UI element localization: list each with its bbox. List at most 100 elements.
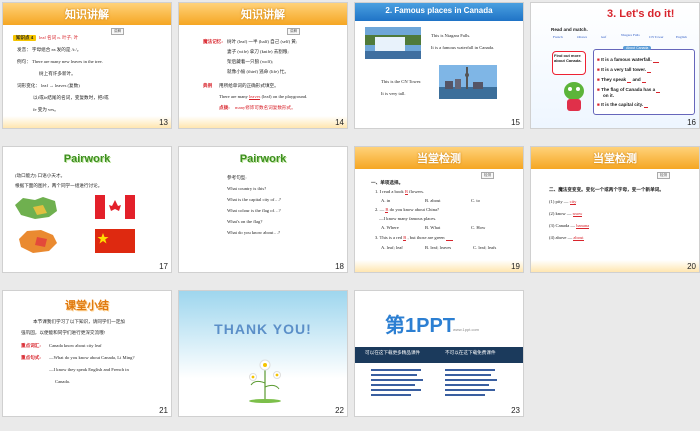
fact-blank[interactable]: [656, 87, 661, 93]
fact-text: It is a very tall tower.: [601, 67, 646, 72]
banner-text: 可以在这下载更多精品课件: [365, 350, 421, 355]
flower-illustration: [249, 359, 281, 403]
find-out-text: Find out more about Canada.: [554, 53, 582, 63]
slide-number: 18: [335, 262, 344, 271]
footer-strip: [179, 116, 347, 128]
text-line: 强巩固，以便能和同学们进行更深交流哦!: [21, 330, 106, 335]
sentence-pattern: What colour is the flag of…?: [227, 208, 281, 213]
slide-title: 当堂检测: [593, 153, 637, 165]
canada-flag-image: [95, 195, 135, 219]
fact-line: ■ It is the capital city.: [597, 102, 649, 108]
option: C. leaf; leafs: [473, 245, 497, 250]
slide-13[interactable]: 知识讲解 讲解 知识点 4 leaf 名词 n. 叶子; 叶 发音： 字母组合 …: [2, 2, 172, 129]
word-question: (4) above —: [549, 235, 573, 240]
slide-22[interactable]: THANK YOU! 22: [178, 290, 348, 417]
slide-18[interactable]: Pairwork 参考句型: What country is this? Wha…: [178, 146, 348, 273]
slide-number: 20: [687, 262, 696, 271]
example-answer: leaves: [248, 94, 261, 100]
match-label: CN Tower: [649, 35, 664, 39]
word-answer: about: [573, 235, 584, 241]
slide-20[interactable]: 当堂检测 检测 二、魔法变变变。变化一个或两个字母，变一个新单词。 (1) pi…: [530, 146, 700, 273]
fact-blank[interactable]: [627, 77, 632, 83]
slide-number: 15: [511, 118, 520, 127]
word-answer: city: [569, 199, 577, 205]
key-sentence: —What do you know about Canada, Li Ming?: [49, 355, 135, 360]
title-bar: 当堂检测: [355, 147, 523, 169]
question: 3. This is a red B , but those are green: [375, 235, 453, 241]
slide-15[interactable]: 2. Famous places in Canada This is Niaga…: [354, 2, 524, 129]
option: A. leaf; leaf: [381, 245, 403, 250]
slide-number: 13: [159, 118, 168, 127]
slide-21[interactable]: 课堂小结 本节课我们学习了以下知识，请同学们一定加 强巩固，以便能和同学们进行更…: [2, 290, 172, 417]
example-question: 用所给单词的正确形式填空。: [219, 83, 279, 88]
tag-badge: 讲解: [287, 28, 300, 35]
fact-blank[interactable]: [652, 57, 660, 63]
link-list-image: [371, 369, 497, 396]
photo-caption: This is the CN Tower.: [381, 79, 422, 84]
logo: 第1PPT: [385, 315, 456, 337]
example-sentence-end: (leaf) on the playground.: [261, 94, 308, 99]
knowledge-text: leaf 名词 n. 叶子; 叶: [39, 35, 79, 40]
word-item: (1) pity — city: [549, 199, 577, 205]
slide-17[interactable]: Pairwork (动口能力) 口语小天才。 根据下面的图片，两个同学一组进行讨…: [2, 146, 172, 273]
question-text: 2. —: [375, 207, 385, 212]
text-line: 根据下面的图片，两个同学一组进行讨论。: [15, 183, 103, 188]
word-question: (1) pity —: [549, 199, 569, 204]
text-line: 树上有许多新叶。: [39, 71, 76, 76]
example-sentence: There are many leaves (leaf) on the play…: [219, 94, 307, 100]
china-flag-image: [95, 229, 135, 253]
fact-blank[interactable]: [644, 102, 649, 108]
question-text: flowers.: [409, 189, 425, 194]
bullet-icon: ■: [597, 102, 600, 107]
example-label: 典例: [203, 83, 213, 88]
text-line: 以f或fe结尾的名词，变复数时，把f或: [33, 95, 109, 100]
slide-number: 17: [159, 262, 168, 271]
slide-19[interactable]: 当堂检测 检测 一、单项选择。 1. I read a book B flowe…: [354, 146, 524, 273]
sentences-label: 重点句式:: [21, 355, 41, 360]
photo-caption: It is a famous waterfall in Canada.: [431, 45, 495, 50]
bullet-icon: ■: [597, 57, 600, 62]
slide-number: 16: [687, 118, 696, 127]
sentence-pattern: What is the capital city of…?: [227, 197, 281, 202]
fact-text: It is the capital city.: [601, 102, 644, 107]
fact-blank[interactable]: [641, 77, 646, 83]
bullet-icon: ■: [597, 77, 600, 82]
sentence-pattern: What do you know about…?: [227, 230, 281, 235]
question: 1. I read a book B flowers.: [375, 189, 424, 195]
tip-text: many修饰可数名词复数形式。: [235, 105, 296, 110]
blank-line[interactable]: [445, 235, 453, 241]
word-question: (2) know —: [549, 211, 572, 216]
word-answer: banana: [576, 223, 590, 229]
slide-23[interactable]: 第1PPT www.1ppt.com 可以在这下载更多精品课件 不可以在这下载免…: [354, 290, 524, 417]
question: 2. — B do you know about China?: [375, 207, 439, 213]
slide-14[interactable]: 知识讲解 讲解 魔法记忆: 树叶 (leaf) 一半 (half) 自己 (se…: [178, 2, 348, 129]
bullet-icon: ■: [597, 87, 600, 92]
fact-line: ■ It is a famous waterfall.: [597, 57, 660, 63]
fact-line: ■ They speak and: [597, 77, 646, 83]
slide-number: 14: [335, 118, 344, 127]
section-heading: 二、魔法变变变。变化一个或两个字母，变一个新单词。: [549, 187, 664, 192]
words-label: 重点词汇:: [21, 343, 41, 348]
heading: 参考句型:: [227, 175, 247, 180]
fact-blank[interactable]: [647, 67, 652, 73]
text-line: 本节课我们学习了以下知识，请同学们一定加: [33, 319, 125, 324]
slide-16[interactable]: 3. Let's do it! Read and match. French O…: [530, 2, 700, 129]
text-line: (动口能力) 口语小天才。: [15, 173, 66, 178]
slide-title: 知识讲解: [241, 9, 285, 21]
question-text: 1. I read a book: [375, 189, 404, 194]
slide-title: Pairwork: [239, 153, 287, 165]
slide-number: 23: [511, 406, 520, 415]
word-answer: snow: [572, 211, 583, 217]
read-label: Read and match.: [551, 27, 588, 32]
fact-text: It is a famous waterfall.: [601, 57, 652, 62]
footer-strip: [3, 116, 171, 128]
title-bar: 当堂检测: [531, 147, 699, 169]
sentence-pattern: What's on the flag?: [227, 219, 263, 224]
section-heading: 一、单项选择。: [371, 180, 404, 185]
tip-label: 点拨:: [219, 105, 230, 110]
memory-line: 就像小偷 (thief) 逃命 (life) 忙。: [227, 69, 290, 74]
about-canada-label: About Canada: [623, 46, 652, 50]
match-label: Ottawa: [577, 35, 588, 39]
slide-title: 2. Famous places in Canada: [385, 6, 493, 15]
key-words: Canada know about city leaf: [49, 343, 102, 348]
